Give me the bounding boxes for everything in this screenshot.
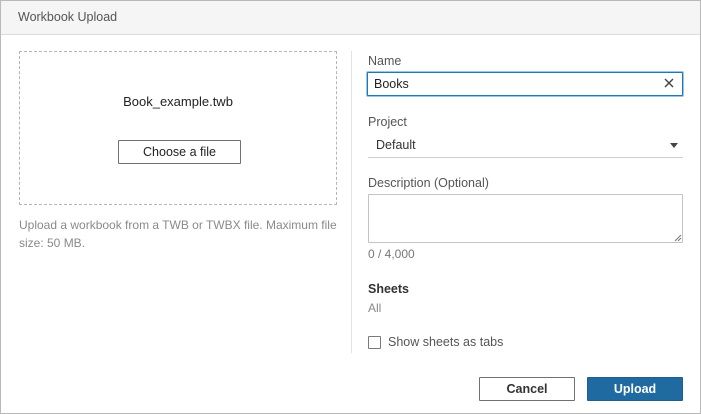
selected-file-name: Book_example.twb	[123, 94, 233, 109]
project-select[interactable]: Default	[368, 134, 683, 158]
character-count: 0 / 4,000	[368, 247, 415, 261]
cancel-button[interactable]: Cancel	[479, 377, 575, 401]
close-icon[interactable]	[662, 76, 676, 90]
description-textarea[interactable]	[368, 194, 683, 243]
name-label: Name	[368, 54, 402, 68]
sheets-heading: Sheets	[368, 282, 409, 296]
caret-down-icon	[670, 143, 678, 148]
show-sheets-as-tabs-checkbox[interactable]	[368, 336, 381, 349]
upload-button[interactable]: Upload	[587, 377, 683, 401]
dialog-titlebar: Workbook Upload	[1, 1, 700, 35]
name-input[interactable]	[368, 73, 658, 95]
upload-help-text: Upload a workbook from a TWB or TWBX fil…	[19, 218, 337, 250]
show-sheets-as-tabs-label[interactable]: Show sheets as tabs	[388, 335, 503, 349]
workbook-upload-dialog: Workbook Upload Book_example.twb Choose …	[0, 0, 701, 414]
project-selected-value: Default	[376, 138, 416, 152]
sheets-value: All	[368, 301, 382, 315]
choose-file-button[interactable]: Choose a file	[118, 140, 241, 164]
column-divider	[351, 51, 352, 353]
project-label: Project	[368, 115, 407, 129]
dialog-title: Workbook Upload	[18, 10, 118, 24]
description-label: Description (Optional)	[368, 176, 489, 190]
file-drop-zone[interactable]: Book_example.twb Choose a file	[19, 51, 337, 205]
name-field[interactable]	[367, 72, 683, 96]
